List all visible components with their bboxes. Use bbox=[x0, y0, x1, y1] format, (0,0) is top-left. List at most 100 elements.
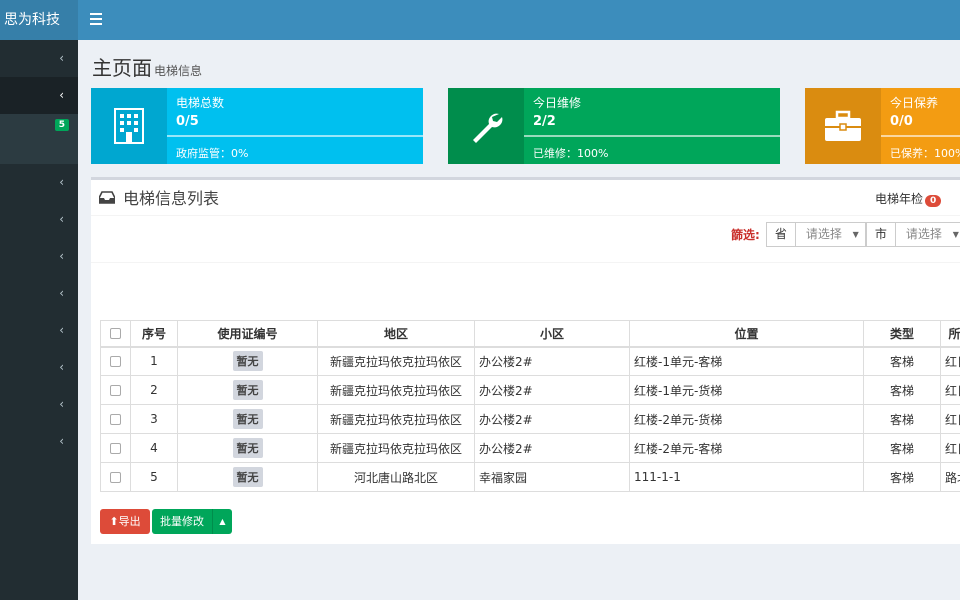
row-checkbox[interactable] bbox=[110, 385, 121, 396]
cell-cert: 暂无 bbox=[177, 375, 318, 405]
stat-value: 0/0 bbox=[890, 114, 913, 129]
stat-value: 2/2 bbox=[533, 114, 556, 129]
column-header[interactable]: 序号 bbox=[130, 320, 178, 348]
app-logo[interactable]: 思为科技 bbox=[0, 0, 78, 40]
row-select-cell bbox=[100, 346, 131, 376]
stat-label: 今日保养 bbox=[890, 96, 939, 110]
stat-desc: 政府监管：0% bbox=[176, 147, 249, 160]
cell-no: 5 bbox=[130, 462, 178, 492]
chevron-left-icon: ‹ bbox=[59, 360, 64, 374]
row-select-cell bbox=[100, 404, 131, 434]
sidebar-item-11[interactable]: ‹ bbox=[0, 423, 78, 460]
status-badge: 暂无 bbox=[232, 467, 263, 487]
building-icon bbox=[91, 88, 167, 164]
cell-region: 新疆克拉玛依克拉玛依区 bbox=[317, 346, 475, 376]
stat-box-elevators: 电梯总数 0/5 政府监管：0% bbox=[91, 88, 423, 164]
status-badge: 暂无 bbox=[232, 380, 263, 400]
divider bbox=[91, 215, 960, 216]
cell-region: 新疆克拉玛依克拉玛依区 bbox=[317, 375, 475, 405]
cell-community: 办公楼2# bbox=[474, 433, 630, 463]
cell-type: 客梯 bbox=[863, 346, 941, 376]
cell-location: 红楼-2单元-客梯 bbox=[629, 433, 864, 463]
cell-cert: 暂无 bbox=[177, 462, 318, 492]
column-header[interactable]: 类型 bbox=[863, 320, 941, 348]
table-row[interactable]: 2 暂无 新疆克拉玛依克拉玛依区 办公楼2# 红楼-1单元-货梯 客梯 红日 bbox=[100, 375, 960, 405]
export-button[interactable]: ⬆导出 bbox=[100, 509, 150, 534]
caret-down-icon: ▼ bbox=[852, 230, 859, 239]
stat-value: 0/5 bbox=[176, 114, 199, 129]
sidebar-item-8[interactable]: ‹ bbox=[0, 312, 78, 349]
cell-cert: 暂无 bbox=[177, 404, 318, 434]
status-badge: 暂无 bbox=[232, 409, 263, 429]
batch-edit-button[interactable]: 批量修改 bbox=[152, 509, 212, 534]
divider bbox=[91, 262, 960, 263]
status-badge: 暂无 bbox=[232, 351, 263, 372]
app-title: 思为科技 bbox=[4, 12, 60, 28]
table-row[interactable]: 3 暂无 新疆克拉玛依克拉玛依区 办公楼2# 红楼-2单元-货梯 客梯 红日 bbox=[100, 404, 960, 434]
column-header[interactable]: 地区 bbox=[317, 320, 475, 348]
select-all-checkbox[interactable] bbox=[110, 328, 121, 340]
select-all-header bbox=[100, 320, 131, 348]
cell-cert: 暂无 bbox=[177, 433, 318, 463]
row-checkbox[interactable] bbox=[110, 472, 121, 483]
row-checkbox[interactable] bbox=[110, 356, 121, 368]
city-select[interactable]: 请选择 ▼ bbox=[895, 222, 960, 247]
sidebar-item-1[interactable]: ‹ bbox=[0, 40, 78, 77]
chevron-left-icon: ‹ bbox=[59, 249, 64, 263]
sidebar-toggle-icon[interactable] bbox=[90, 13, 102, 25]
sidebar-item-5[interactable]: ‹ bbox=[0, 201, 78, 238]
sidebar: ‹ ‹ 5 ‹ ‹ ‹ ‹ ‹ ‹ ‹ ‹ bbox=[0, 40, 78, 600]
column-header[interactable]: 所属 bbox=[940, 320, 960, 348]
chevron-left-icon: ‹ bbox=[59, 323, 64, 337]
row-checkbox[interactable] bbox=[110, 414, 121, 425]
cell-location: 红楼-1单元-货梯 bbox=[629, 375, 864, 405]
column-header[interactable]: 使用证编号 bbox=[177, 320, 318, 348]
cell-location: 111-1-1 bbox=[629, 462, 864, 492]
column-header[interactable]: 小区 bbox=[474, 320, 630, 348]
sidebar-item-2[interactable]: ‹ bbox=[0, 77, 78, 114]
cell-type: 客梯 bbox=[863, 404, 941, 434]
sidebar-item-9[interactable]: ‹ bbox=[0, 349, 78, 386]
table-header-row: 序号 使用证编号 地区 小区 位置 类型 所属 bbox=[100, 320, 960, 348]
sidebar-item-10[interactable]: ‹ bbox=[0, 386, 78, 423]
sidebar-item-4[interactable]: ‹ bbox=[0, 164, 78, 201]
sidebar-badge: 5 bbox=[54, 119, 69, 131]
table-row[interactable]: 1 暂无 新疆克拉玛依克拉玛依区 办公楼2# 红楼-1单元-客梯 客梯 红日 bbox=[100, 346, 960, 376]
cell-community: 办公楼2# bbox=[474, 346, 630, 376]
table-row[interactable]: 5 暂无 河北唐山路北区 幸福家园 111-1-1 客梯 路北 bbox=[100, 462, 960, 492]
cell-type: 客梯 bbox=[863, 462, 941, 492]
page-title: 主页面 电梯信息 bbox=[92, 56, 203, 80]
chevron-left-icon: ‹ bbox=[59, 434, 64, 448]
table-row[interactable]: 4 暂无 新疆克拉玛依克拉玛依区 办公楼2# 红楼-2单元-客梯 客梯 红日 bbox=[100, 433, 960, 463]
cell-community: 幸福家园 bbox=[474, 462, 630, 492]
main-content: 主页面 电梯信息 电梯总数 0/5 政府监管：0% 今日维修 2/2 已维修：10… bbox=[78, 40, 960, 600]
cell-cert: 暂无 bbox=[177, 346, 318, 376]
filter-label: 篩选: bbox=[731, 228, 760, 242]
annual-inspection-link[interactable]: 电梯年检 0 bbox=[875, 190, 942, 207]
filter-bar: 篩选: 省 请选择 ▼ 市 请选择 ▼ bbox=[731, 222, 960, 247]
cell-extra: 红日 bbox=[940, 346, 960, 376]
stat-label: 电梯总数 bbox=[176, 96, 225, 110]
sidebar-item-7[interactable]: ‹ bbox=[0, 275, 78, 312]
batch-edit-dropdown-toggle[interactable]: ▲ bbox=[212, 509, 232, 534]
stat-box-maintenance: 今日保养 0/0 已保养：100% bbox=[805, 88, 960, 164]
stat-desc: 已保养：100% bbox=[890, 147, 960, 160]
upload-icon: ⬆ bbox=[109, 515, 119, 528]
cell-location: 红楼-2单元-货梯 bbox=[629, 404, 864, 434]
caret-up-icon: ▲ bbox=[219, 517, 226, 526]
city-label: 市 bbox=[865, 222, 896, 247]
cell-type: 客梯 bbox=[863, 375, 941, 405]
box-title: 电梯信息列表 bbox=[99, 185, 219, 209]
cell-no: 1 bbox=[130, 346, 178, 376]
sidebar-item-3[interactable]: 5 bbox=[0, 114, 78, 164]
row-select-cell bbox=[100, 462, 131, 492]
row-checkbox[interactable] bbox=[110, 443, 121, 454]
province-select[interactable]: 请选择 ▼ bbox=[795, 222, 866, 247]
chevron-left-icon: ‹ bbox=[59, 51, 64, 65]
chevron-left-icon: ‹ bbox=[59, 286, 64, 300]
cell-region: 新疆克拉玛依克拉玛依区 bbox=[317, 404, 475, 434]
elevator-table: 序号 使用证编号 地区 小区 位置 类型 所属 1 暂无 新疆克拉玛依克拉玛依区… bbox=[100, 320, 960, 492]
column-header[interactable]: 位置 bbox=[629, 320, 864, 348]
row-select-cell bbox=[100, 433, 131, 463]
sidebar-item-6[interactable]: ‹ bbox=[0, 238, 78, 275]
